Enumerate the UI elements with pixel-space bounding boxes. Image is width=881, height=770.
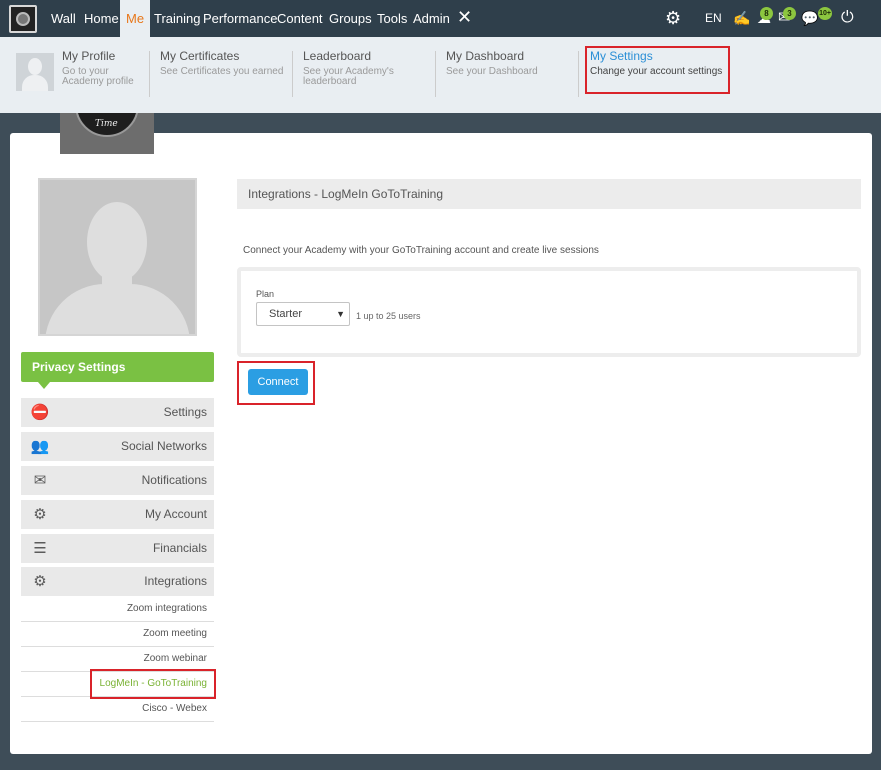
sidebar-item-label: My Account [144, 507, 207, 521]
coins-icon: ☰ [33, 540, 47, 557]
messages-badge: 3 [783, 7, 796, 20]
submenu-title: Leaderboard [303, 49, 372, 63]
gears-icon: ⚙ [33, 506, 47, 523]
plan-panel: Plan Starter ▼ 1 up to 25 users [237, 267, 861, 357]
submenu-my-profile[interactable]: My Profile Go to your Academy profile [62, 49, 142, 87]
plan-label: Plan [256, 289, 275, 299]
envelope-icon: ✉ [33, 472, 47, 489]
nav-groups[interactable]: Groups [329, 0, 372, 37]
submenu-desc: Change your account settings [590, 66, 723, 77]
notifications-badge: 8 [760, 7, 773, 20]
privacy-settings-header: Privacy Settings [21, 352, 214, 389]
sidebar-item-social-networks[interactable]: 👥 Social Networks [21, 432, 214, 461]
sidebar-item-financials[interactable]: ☰ Financials [21, 534, 214, 563]
power-icon[interactable]: ⏻ [841, 9, 854, 27]
gear-icon[interactable]: ⚙ [665, 9, 681, 27]
submenu-title: My Dashboard [446, 49, 525, 63]
no-entry-icon: ⛔ [30, 404, 50, 421]
integration-description: Connect your Academy with your GoToTrain… [243, 245, 599, 256]
page-title: Integrations - LogMeIn GoToTraining [237, 179, 861, 209]
nav-wall[interactable]: Wall [51, 0, 76, 37]
sidebar-item-label: Integrations [144, 574, 207, 588]
submenu-title: My Settings [590, 49, 653, 63]
sidebar-item-my-account[interactable]: ⚙ My Account [21, 500, 214, 529]
caret-down-icon: ▼ [336, 309, 345, 319]
submenu-desc: See Certificates you earned [160, 66, 284, 77]
me-submenu: My Profile Go to your Academy profile My… [0, 37, 881, 113]
divider [292, 51, 293, 97]
sidebar-item-label: Settings [163, 405, 207, 419]
submenu-desc: See your Academy's leaderboard [303, 66, 394, 87]
sidebar-item-label: Financials [152, 541, 207, 555]
profile-avatar[interactable] [16, 53, 54, 91]
submenu-leaderboard[interactable]: Leaderboard See your Academy's leaderboa… [303, 49, 398, 87]
submenu-desc: Go to your Academy profile [62, 66, 134, 87]
close-x-icon[interactable]: ✕ [457, 8, 472, 26]
divider [578, 51, 579, 97]
nav-performance[interactable]: Performance [203, 0, 277, 37]
top-navigation: Wall Home Me Training Performance Conten… [0, 0, 881, 37]
language-selector[interactable]: EN [705, 0, 722, 37]
plan-select-value: Starter [269, 308, 303, 320]
divider [435, 51, 436, 97]
sidebar-subitem-logmein-gototraining[interactable]: LogMeIn - GoToTraining [21, 672, 214, 697]
nav-admin[interactable]: Admin [413, 0, 450, 37]
sidebar-item-notifications[interactable]: ✉ Notifications [21, 466, 214, 495]
nav-me[interactable]: Me [120, 0, 151, 37]
sidebar-subitem-zoom-webinar[interactable]: Zoom webinar [21, 647, 214, 672]
nav-tools[interactable]: Tools [377, 0, 407, 37]
profile-photo[interactable] [38, 178, 197, 336]
submenu-my-settings[interactable]: My Settings Change your account settings [590, 49, 722, 77]
academy-logo-text: Time [95, 119, 118, 129]
submenu-title: My Certificates [160, 49, 240, 63]
chat-badge: 10+ [818, 7, 832, 20]
submenu-title: My Profile [62, 49, 116, 63]
nav-content[interactable]: Content [277, 0, 323, 37]
submenu-desc: See your Dashboard [446, 66, 538, 77]
sidebar-item-integrations[interactable]: ⚙ Integrations [21, 567, 214, 596]
sidebar-subitem-zoom-meeting[interactable]: Zoom meeting [21, 622, 214, 647]
academy-banner-logo: Time [60, 113, 154, 154]
connect-button[interactable]: Connect [248, 369, 308, 395]
sidebar-subitem-cisco-webex[interactable]: Cisco - Webex [21, 697, 214, 722]
submenu-my-certificates[interactable]: My Certificates See Certificates you ear… [160, 49, 283, 77]
academy-logo[interactable] [9, 5, 37, 33]
sidebar-subitem-zoom-integrations[interactable]: Zoom integrations [21, 597, 214, 622]
signature-icon[interactable]: ✍ [733, 10, 750, 26]
chat-icon[interactable]: 💬 [801, 10, 818, 26]
sidebar-item-label: Social Networks [120, 439, 207, 453]
nav-home[interactable]: Home [84, 0, 119, 37]
sidebar-item-settings[interactable]: ⛔ Settings [21, 398, 214, 427]
sidebar-item-label: Notifications [141, 473, 207, 487]
plan-note: 1 up to 25 users [356, 311, 421, 321]
plan-select[interactable]: Starter ▼ [256, 302, 350, 326]
submenu-my-dashboard[interactable]: My Dashboard See your Dashboard [446, 49, 538, 77]
users-icon: 👥 [30, 438, 50, 455]
nav-training[interactable]: Training [154, 0, 200, 37]
divider [149, 51, 150, 97]
gears-icon: ⚙ [33, 573, 47, 590]
